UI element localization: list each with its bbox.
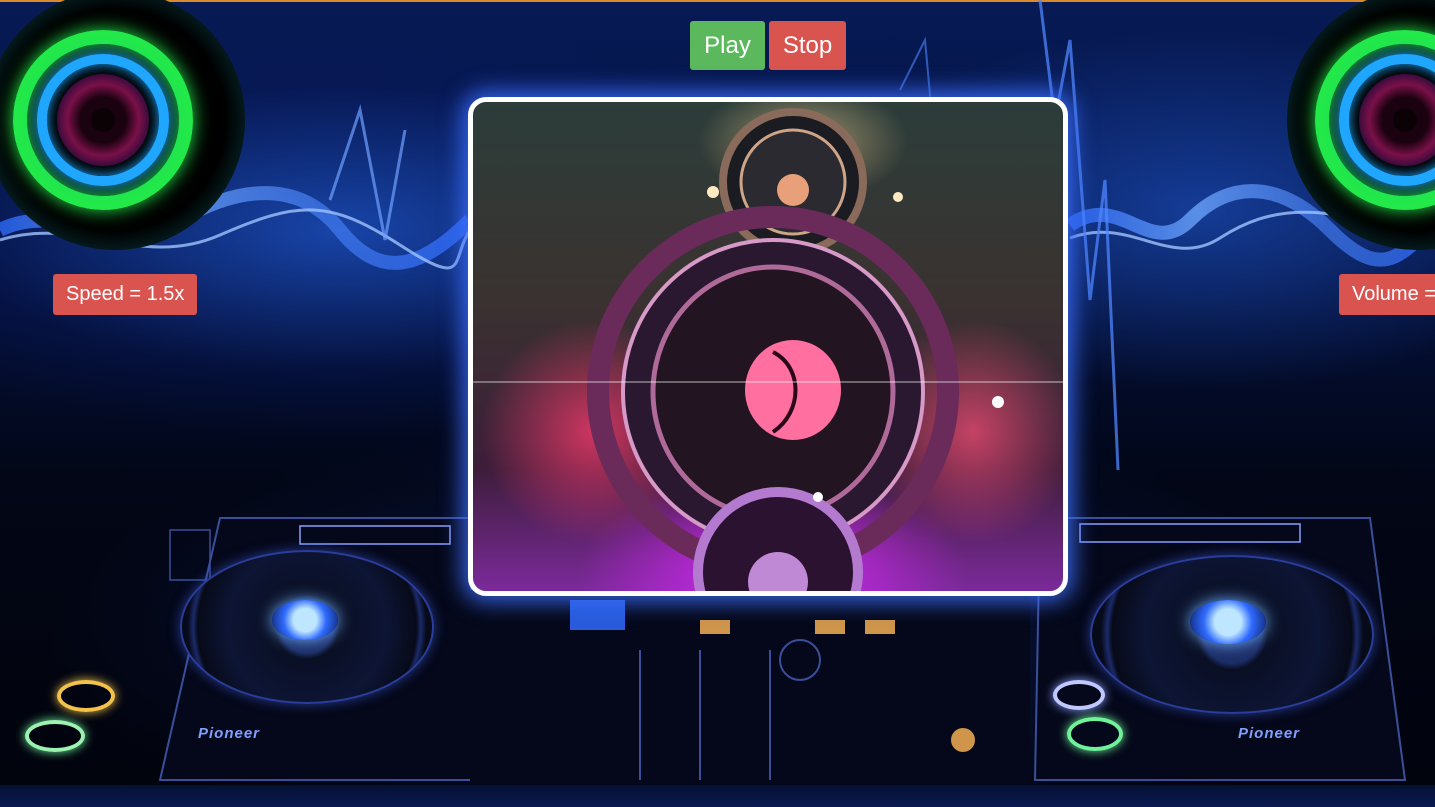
- glowing-speaker-video-icon: [473, 108, 1063, 591]
- right-play-button[interactable]: [1067, 717, 1123, 751]
- bottom-bar: [0, 785, 1435, 807]
- speed-badge[interactable]: Speed = 1.5x: [53, 274, 197, 315]
- left-jog-center: [272, 600, 338, 640]
- speaker-core: [91, 108, 115, 132]
- left-cue-button[interactable]: [57, 680, 115, 712]
- center-mixer: [470, 590, 1030, 790]
- volume-badge[interactable]: Volume =: [1339, 274, 1435, 315]
- right-deck-brand: Pioneer: [1238, 725, 1301, 742]
- right-jog-center: [1190, 600, 1266, 644]
- play-button[interactable]: Play: [690, 21, 765, 70]
- speaker-core: [1393, 108, 1417, 132]
- app-stage: Play Stop Speed = 1.5x Volume = Pioneer: [0, 0, 1435, 807]
- mixer-panel: [470, 590, 1030, 790]
- left-play-button[interactable]: [25, 720, 85, 752]
- left-turntable-deck: Pioneer: [25, 510, 480, 790]
- right-cue-button[interactable]: [1053, 680, 1105, 710]
- video-player[interactable]: [468, 97, 1068, 596]
- stop-button[interactable]: Stop: [769, 21, 846, 70]
- left-deck-brand: Pioneer: [198, 725, 261, 742]
- right-turntable-deck: Pioneer: [1030, 510, 1410, 790]
